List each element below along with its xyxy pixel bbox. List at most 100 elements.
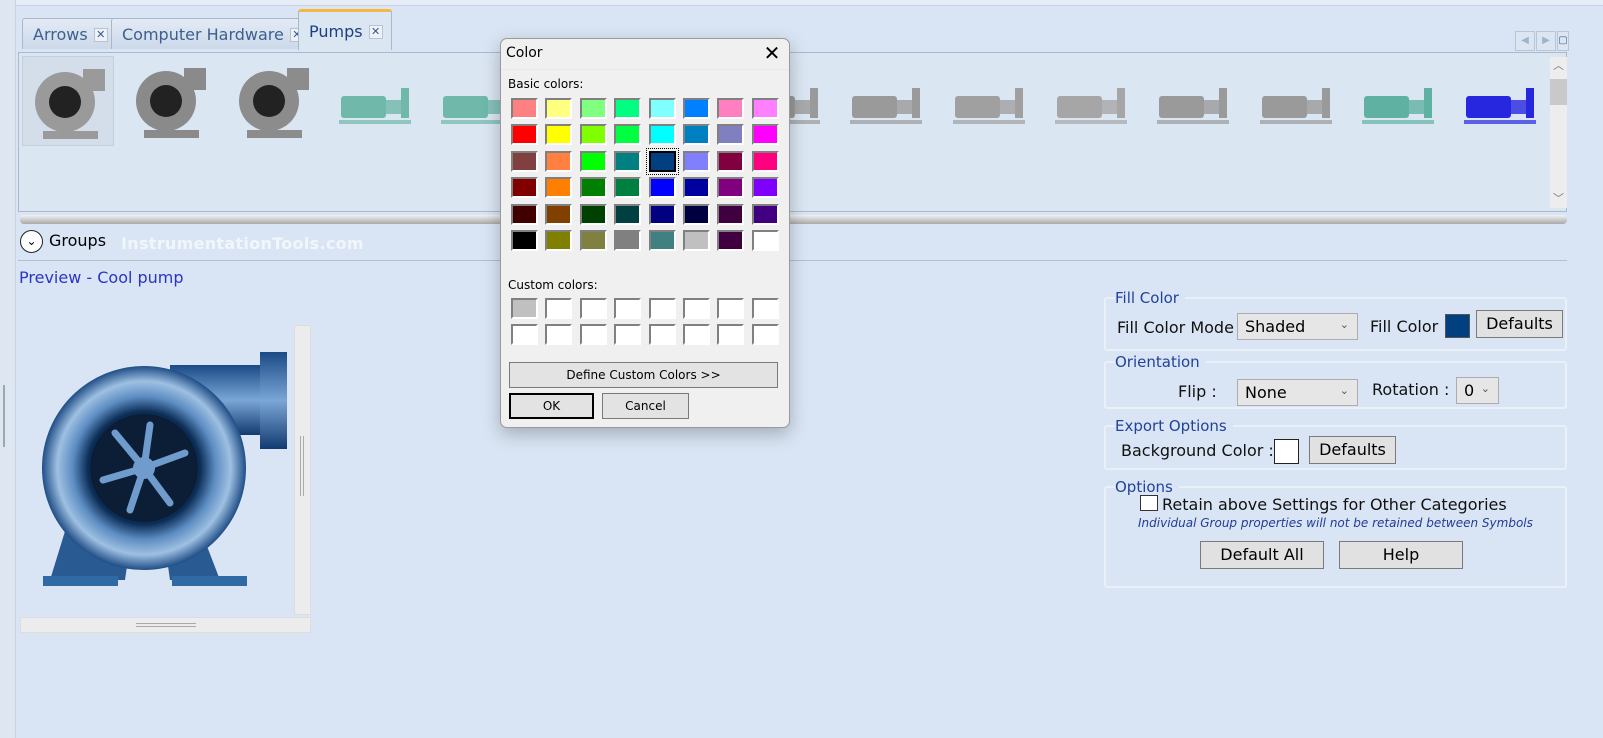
color-swatch[interactable] <box>579 298 607 319</box>
define-custom-colors-button[interactable]: Define Custom Colors >> <box>509 362 778 388</box>
pump-symbol[interactable] <box>1045 56 1137 146</box>
color-swatch[interactable] <box>751 230 779 251</box>
color-swatch[interactable] <box>717 298 745 319</box>
color-swatch[interactable] <box>614 98 642 119</box>
pump-symbol[interactable] <box>329 56 421 146</box>
color-swatch[interactable] <box>614 324 642 346</box>
color-swatch[interactable] <box>614 150 642 172</box>
color-swatch[interactable] <box>545 98 573 119</box>
color-swatch[interactable] <box>545 230 573 251</box>
tab-arrows[interactable]: Arrows ✕ <box>22 18 117 49</box>
close-icon[interactable]: ✕ <box>761 41 783 65</box>
color-swatch[interactable] <box>511 177 538 199</box>
color-swatch[interactable] <box>645 147 679 175</box>
background-color-swatch[interactable] <box>1274 439 1299 464</box>
pump-symbol[interactable] <box>840 56 932 146</box>
pump-symbol[interactable] <box>1147 158 1239 211</box>
color-swatch[interactable] <box>717 324 745 346</box>
pump-symbol[interactable] <box>943 158 1035 211</box>
pump-symbol[interactable] <box>840 158 932 211</box>
flip-select[interactable]: None ⌄ <box>1237 379 1358 406</box>
color-swatch[interactable] <box>545 150 573 172</box>
scroll-left-icon[interactable]: ◀ <box>1515 31 1535 51</box>
color-swatch[interactable] <box>648 203 676 225</box>
color-swatch[interactable] <box>545 177 573 199</box>
color-swatch[interactable] <box>579 324 607 346</box>
color-swatch[interactable] <box>648 124 676 146</box>
color-swatch[interactable] <box>751 324 779 346</box>
color-swatch[interactable] <box>614 298 642 319</box>
color-swatch[interactable] <box>545 124 573 146</box>
color-swatch[interactable] <box>511 124 538 146</box>
groups-toggle[interactable]: ⌄ Groups <box>20 230 106 256</box>
color-swatch[interactable] <box>717 98 745 119</box>
color-swatch[interactable] <box>683 230 710 251</box>
color-swatch[interactable] <box>579 98 607 119</box>
color-swatch[interactable] <box>751 177 779 199</box>
color-swatch[interactable] <box>614 124 642 146</box>
chevron-up-icon[interactable]: ︿ <box>1550 57 1567 73</box>
gallery-scrollbar[interactable]: ︿ ﹀ <box>1550 57 1567 208</box>
color-swatch[interactable] <box>579 230 607 251</box>
pump-symbol[interactable] <box>1250 56 1342 146</box>
color-swatch[interactable] <box>648 298 676 319</box>
color-swatch[interactable] <box>614 203 642 225</box>
color-swatch[interactable] <box>648 177 676 199</box>
color-swatch[interactable] <box>614 177 642 199</box>
tab-computer-hardware[interactable]: Computer Hardware ✕ <box>111 18 313 49</box>
color-swatch[interactable] <box>511 230 538 251</box>
color-swatch[interactable] <box>683 98 710 119</box>
fill-color-swatch[interactable] <box>1445 314 1470 338</box>
window-list-icon[interactable]: ▢ <box>1557 31 1569 51</box>
tab-pumps[interactable]: Pumps ✕ <box>298 9 392 50</box>
color-swatch[interactable] <box>751 150 779 172</box>
color-swatch[interactable] <box>683 150 710 172</box>
color-swatch[interactable] <box>648 230 676 251</box>
retain-settings-checkbox[interactable] <box>1140 495 1158 511</box>
color-swatch[interactable] <box>683 177 710 199</box>
color-swatch[interactable] <box>717 230 745 251</box>
pump-symbol[interactable] <box>124 158 216 211</box>
color-swatch[interactable] <box>511 203 538 225</box>
rotation-select[interactable]: 0 ⌄ <box>1456 377 1499 404</box>
color-swatch[interactable] <box>545 324 573 346</box>
color-swatch[interactable] <box>751 203 779 225</box>
pump-symbol[interactable] <box>1250 158 1342 211</box>
color-swatch[interactable] <box>648 98 676 119</box>
pump-symbol[interactable] <box>22 158 114 211</box>
pump-symbol[interactable] <box>124 56 216 146</box>
color-swatch[interactable] <box>683 203 710 225</box>
color-swatch[interactable] <box>683 324 710 346</box>
scroll-right-icon[interactable]: ▶ <box>1536 31 1556 51</box>
color-swatch[interactable] <box>683 298 710 319</box>
pump-symbol[interactable] <box>1352 158 1444 211</box>
color-swatch[interactable] <box>579 177 607 199</box>
close-icon[interactable]: ✕ <box>368 25 383 39</box>
ok-button[interactable]: OK <box>509 393 594 419</box>
color-swatch[interactable] <box>648 324 676 346</box>
fill-defaults-button[interactable]: Defaults <box>1476 310 1563 338</box>
color-swatch[interactable] <box>717 124 745 146</box>
color-swatch[interactable] <box>683 124 710 146</box>
color-swatch[interactable] <box>545 298 573 319</box>
pump-symbol[interactable] <box>227 56 319 146</box>
color-swatch[interactable] <box>545 203 573 225</box>
color-swatch[interactable] <box>717 177 745 199</box>
pump-symbol[interactable] <box>1352 56 1444 146</box>
scroll-thumb[interactable] <box>1550 79 1567 105</box>
export-defaults-button[interactable]: Defaults <box>1309 436 1396 464</box>
color-swatch[interactable] <box>511 324 538 346</box>
default-all-button[interactable]: Default All <box>1200 541 1324 569</box>
color-swatch[interactable] <box>511 150 538 172</box>
color-swatch[interactable] <box>579 124 607 146</box>
splitter-bar[interactable] <box>20 215 1567 224</box>
color-swatch[interactable] <box>579 150 607 172</box>
color-swatch[interactable] <box>751 124 779 146</box>
chevron-down-icon[interactable]: ﹀ <box>1550 190 1567 206</box>
color-swatch[interactable] <box>751 298 779 319</box>
cancel-button[interactable]: Cancel <box>602 393 689 419</box>
color-swatch[interactable] <box>579 203 607 225</box>
close-icon[interactable]: ✕ <box>93 28 108 42</box>
pump-symbol[interactable] <box>943 56 1035 146</box>
color-swatch[interactable] <box>717 203 745 225</box>
